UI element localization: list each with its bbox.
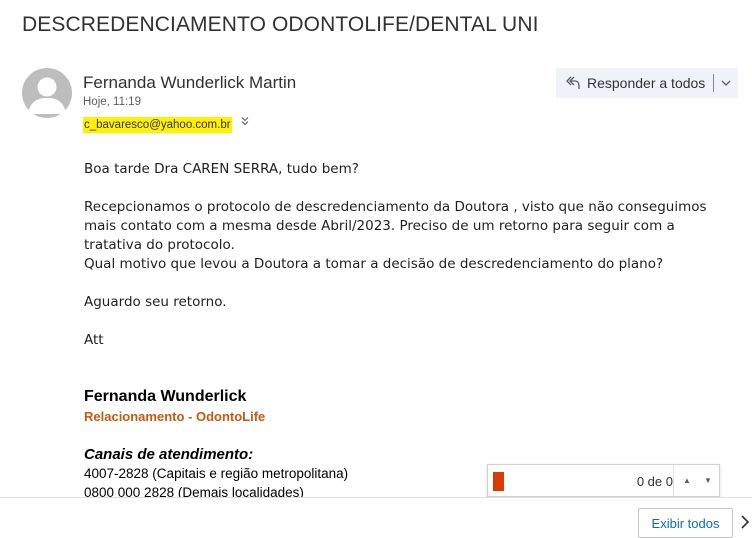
email-body: Boa tarde Dra CAREN SERRA, tudo bem? Rec…	[84, 160, 734, 350]
avatar[interactable]	[22, 68, 72, 118]
find-highlight-marker	[493, 472, 504, 491]
find-next-icon[interactable]: ▼	[698, 465, 718, 496]
sign-off: Att	[84, 332, 104, 348]
body-paragraph: Qual motivo que levou a Doutora a tomar …	[84, 256, 664, 272]
signature-name: Fernanda Wunderlick	[84, 388, 247, 405]
find-bar: 0 de 0 ▲ ▼	[487, 464, 720, 497]
reply-divider	[713, 74, 715, 92]
body-paragraph: Recepcionamos o protocolo de descredenci…	[84, 199, 707, 253]
sent-time: Hoje, 11:19	[83, 96, 141, 108]
find-divider	[673, 465, 674, 496]
expand-recipients-icon[interactable]	[241, 115, 249, 131]
find-count: 0 de 0	[636, 474, 673, 489]
email-subject: DESCREDENCIAMENTO ODONTOLIFE/DENTAL UNI	[22, 13, 539, 36]
next-chevron-icon[interactable]	[740, 515, 750, 529]
recipient-address[interactable]: c_bavaresco@yahoo.com.br	[83, 117, 232, 133]
reply-all-button[interactable]: Responder a todos	[556, 68, 738, 98]
signature-role: Relacionamento - OdontoLife	[84, 409, 266, 424]
sender-name[interactable]: Fernanda Wunderlick Martin	[83, 73, 296, 93]
signature-channels-heading: Canais de atendimento:	[84, 446, 254, 463]
recipients-row: c_bavaresco@yahoo.com.br	[83, 115, 249, 133]
reply-all-label: Responder a todos	[587, 75, 706, 91]
find-previous-icon[interactable]: ▲	[677, 465, 697, 496]
closing-line: Aguardo seu retorno.	[84, 294, 227, 310]
show-all-button[interactable]: Exibir todos	[638, 508, 733, 538]
reply-all-icon	[566, 76, 580, 89]
signature-phone: 4007-2828 (Capitais e região metropolita…	[84, 466, 349, 481]
chevron-down-icon[interactable]	[720, 77, 732, 89]
person-icon	[28, 77, 66, 114]
greeting: Boa tarde Dra CAREN SERRA, tudo bem?	[84, 161, 359, 177]
